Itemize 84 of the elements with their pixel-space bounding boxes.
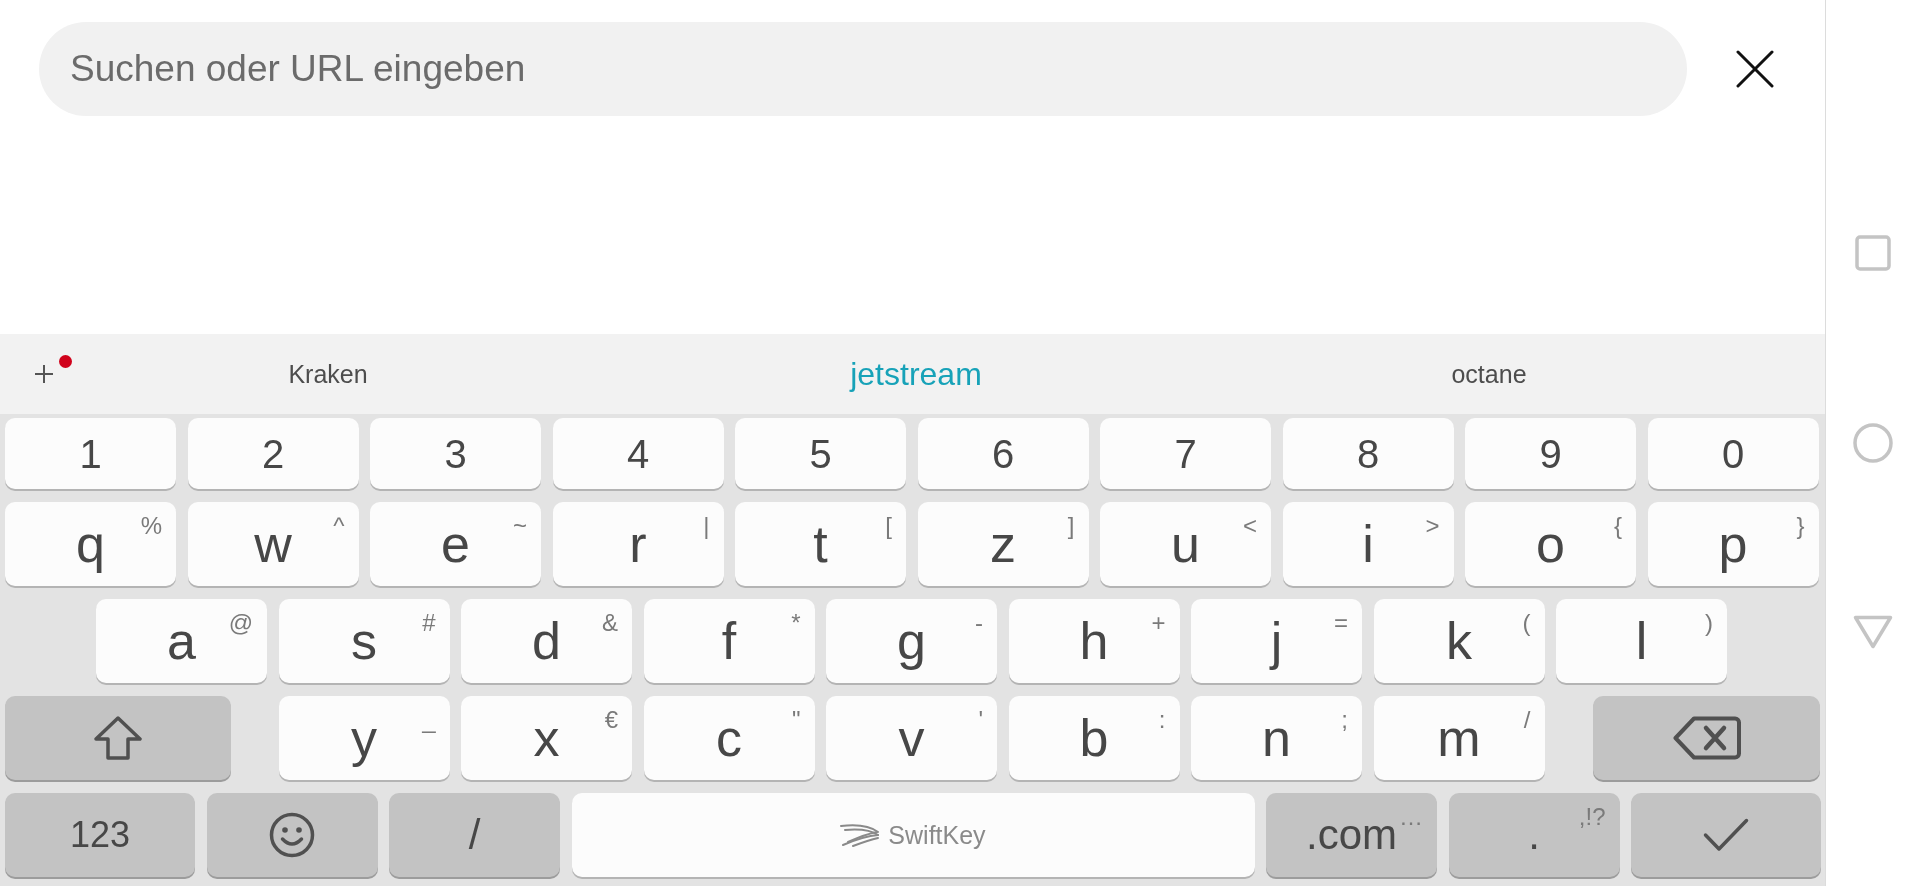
number-key[interactable]: 5: [735, 418, 906, 489]
alt-character: (: [1522, 611, 1531, 635]
number-key[interactable]: 7: [1100, 418, 1271, 489]
plus-icon[interactable]: [34, 364, 54, 384]
number-key[interactable]: 1: [5, 418, 176, 489]
triangle-icon[interactable]: [1853, 615, 1893, 649]
alt-character: ': [978, 708, 983, 732]
close-icon[interactable]: [1736, 50, 1774, 88]
letter-key[interactable]: s #: [278, 599, 450, 683]
search-field[interactable]: Suchen oder URL eingeben: [39, 22, 1687, 116]
backspace-icon: [1672, 716, 1741, 760]
alt-character: _: [422, 708, 436, 732]
letter-key[interactable]: x €: [461, 696, 632, 780]
alt-character: &: [602, 611, 618, 635]
letter-key[interactable]: z ]: [917, 502, 1089, 586]
alt-character: @: [228, 611, 253, 635]
alt-character: <: [1243, 514, 1257, 538]
number-key[interactable]: 6: [917, 418, 1089, 489]
alt-character: /: [1523, 708, 1531, 732]
symbols-toggle-key[interactable]: 123: [5, 793, 195, 877]
letter-key[interactable]: y _: [278, 696, 450, 780]
alt-character: {: [1614, 514, 1622, 538]
emoji-key[interactable]: [206, 793, 378, 877]
alt-character: %: [140, 514, 162, 538]
letter-key[interactable]: g -: [826, 599, 997, 683]
symbol-key[interactable]: .com…: [1266, 793, 1437, 877]
letter-key[interactable]: c ": [643, 696, 815, 780]
number-key[interactable]: 3: [370, 418, 541, 489]
letter-key[interactable]: i >: [1282, 502, 1454, 586]
letter-key[interactable]: e ~: [370, 502, 541, 586]
letter-key[interactable]: w ^: [187, 502, 359, 586]
alt-character: [: [885, 514, 892, 538]
alt-character: >: [1425, 514, 1440, 538]
number-key[interactable]: 2: [187, 418, 359, 489]
alt-character: -: [975, 611, 983, 635]
letter-key[interactable]: n ;: [1191, 696, 1362, 780]
letter-key[interactable]: k (: [1373, 599, 1545, 683]
alt-character: ^: [333, 514, 345, 538]
circle-icon[interactable]: [1853, 423, 1893, 463]
letter-key[interactable]: p }: [1647, 502, 1819, 586]
letter-key[interactable]: q %: [5, 502, 176, 586]
letter-key[interactable]: u <: [1100, 502, 1271, 586]
letter-key[interactable]: m /: [1373, 696, 1545, 780]
alt-character: €: [604, 708, 618, 732]
alt-character: ,!?: [1578, 805, 1606, 829]
shift-key[interactable]: [5, 696, 231, 780]
alt-character: ~: [513, 514, 527, 538]
suggestion-item[interactable]: octane: [1451, 359, 1527, 389]
backspace-key[interactable]: [1593, 696, 1820, 780]
letter-key[interactable]: d &: [461, 599, 632, 683]
alt-character: *: [791, 611, 801, 635]
letter-key[interactable]: b :: [1008, 696, 1180, 780]
alt-character: }: [1796, 514, 1805, 538]
letter-key[interactable]: o {: [1465, 502, 1636, 586]
symbol-key[interactable]: /: [389, 793, 560, 877]
letter-key[interactable]: f *: [643, 599, 815, 683]
suggestion-item[interactable]: Kraken: [288, 359, 368, 389]
symbol-key[interactable]: . ,!?: [1448, 793, 1620, 877]
alt-character: ): [1705, 611, 1713, 635]
letter-key[interactable]: l ): [1556, 599, 1727, 683]
letter-key[interactable]: v ': [826, 696, 997, 780]
number-key[interactable]: 4: [552, 418, 724, 489]
square-icon[interactable]: [1855, 235, 1891, 271]
alt-character: ]: [1067, 514, 1075, 538]
alt-character: ;: [1341, 708, 1348, 732]
alt-character: :: [1158, 708, 1166, 732]
smiley-icon: [269, 812, 315, 858]
number-key[interactable]: 0: [1647, 418, 1819, 489]
alt-character: ": [791, 708, 801, 732]
number-key[interactable]: 8: [1282, 418, 1454, 489]
number-key[interactable]: 9: [1465, 418, 1636, 489]
alt-character: =: [1334, 611, 1348, 635]
up-arrow-icon: [93, 716, 143, 760]
alt-character: +: [1151, 611, 1166, 635]
alt-character: …: [1399, 805, 1423, 829]
swoosh-logo-icon: [840, 823, 881, 847]
letter-key[interactable]: h +: [1008, 599, 1180, 683]
letter-key[interactable]: a @: [96, 599, 267, 683]
alt-character: |: [703, 514, 710, 538]
alt-character: #: [422, 611, 436, 635]
letter-key[interactable]: r |: [552, 502, 724, 586]
letter-key[interactable]: j =: [1191, 599, 1362, 683]
checkmark-icon: [1703, 818, 1749, 852]
letter-key[interactable]: t [: [735, 502, 906, 586]
